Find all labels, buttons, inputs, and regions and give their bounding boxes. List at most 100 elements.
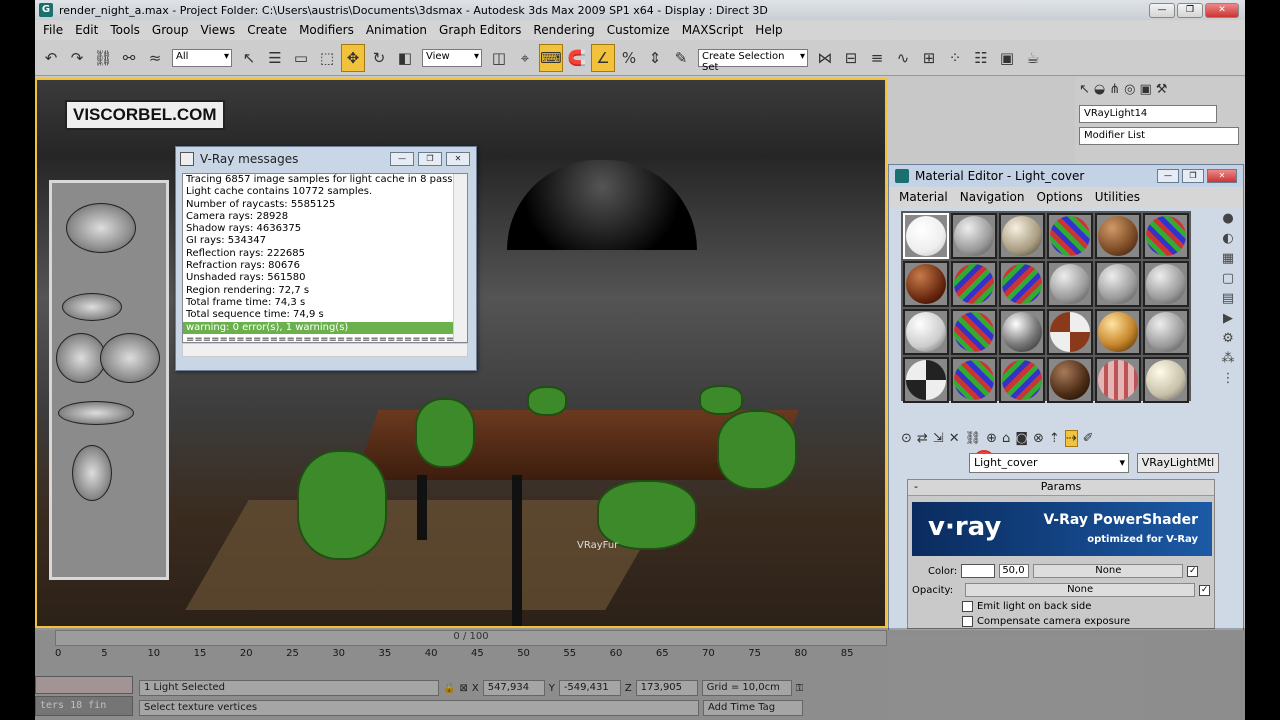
- options-icon[interactable]: ⚙: [1222, 331, 1234, 346]
- material-effects-icon[interactable]: ⌂: [1002, 431, 1010, 446]
- horizontal-scrollbar[interactable]: [182, 343, 468, 357]
- z-coord-field[interactable]: 173,905: [635, 680, 698, 696]
- move-icon[interactable]: ✥: [341, 43, 365, 72]
- menu-customize[interactable]: Customize: [601, 23, 676, 37]
- material-type-button[interactable]: VRayLightMtl: [1137, 453, 1219, 473]
- render-setup-icon[interactable]: ☷: [969, 44, 993, 72]
- close-button[interactable]: ✕: [1207, 169, 1237, 183]
- utilities-tab-icon[interactable]: ⚒: [1156, 82, 1168, 97]
- select-object-icon[interactable]: ↖: [237, 44, 261, 72]
- x-coord-field[interactable]: 547,934: [482, 680, 545, 696]
- sample-slot[interactable]: [999, 309, 1045, 355]
- link-icon[interactable]: ⛓: [91, 44, 115, 72]
- minimize-button[interactable]: —: [390, 152, 414, 166]
- show-map-icon[interactable]: ◙: [1015, 431, 1028, 446]
- menu-create[interactable]: Create: [241, 23, 293, 37]
- menu-graph-editors[interactable]: Graph Editors: [433, 23, 527, 37]
- restore-button[interactable]: ❐: [418, 152, 442, 166]
- opacity-map-button[interactable]: None: [965, 583, 1196, 597]
- sample-slot[interactable]: [999, 213, 1045, 259]
- snaps-toggle-icon[interactable]: 🧲: [565, 44, 589, 72]
- sample-slot[interactable]: [1143, 261, 1189, 307]
- color-multiplier-spinner[interactable]: 50,0: [999, 564, 1030, 578]
- sample-slot[interactable]: [951, 357, 997, 403]
- opacity-map-checkbox[interactable]: ✓: [1199, 584, 1211, 596]
- lock-icon[interactable]: 🔒: [443, 683, 455, 694]
- rotate-icon[interactable]: ↻: [367, 44, 391, 72]
- spinner-snap-icon[interactable]: ⇕: [643, 44, 667, 72]
- add-time-tag-button[interactable]: Add Time Tag: [703, 700, 803, 716]
- compensate-checkbox[interactable]: [962, 616, 973, 627]
- modify-tab-icon[interactable]: ◒: [1094, 82, 1105, 97]
- menu-maxscript[interactable]: MAXScript: [676, 23, 750, 37]
- put-to-scene-icon[interactable]: ⇄: [917, 431, 928, 446]
- edit-named-selection-icon[interactable]: ✎: [669, 44, 693, 72]
- curve-editor-icon[interactable]: ∿: [891, 44, 915, 72]
- assign-material-icon[interactable]: ⇲: [933, 431, 944, 446]
- menu-rendering[interactable]: Rendering: [527, 23, 600, 37]
- collapse-icon[interactable]: -: [914, 480, 918, 493]
- sample-slot[interactable]: [903, 357, 949, 403]
- sample-slot[interactable]: [1095, 357, 1141, 403]
- emit-back-checkbox[interactable]: [962, 601, 973, 612]
- show-end-result-icon[interactable]: ⊗: [1033, 431, 1044, 446]
- unlink-icon[interactable]: ⚯: [117, 44, 141, 72]
- menu-file[interactable]: File: [37, 23, 69, 37]
- y-coord-field[interactable]: -549,431: [558, 680, 621, 696]
- sample-slot[interactable]: [951, 261, 997, 307]
- pivot-center-icon[interactable]: ◫: [487, 44, 511, 72]
- modifier-list-dropdown[interactable]: Modifier List: [1079, 127, 1239, 145]
- sample-slot[interactable]: [1095, 309, 1141, 355]
- menu-group[interactable]: Group: [146, 23, 195, 37]
- select-by-name-icon[interactable]: ☰: [263, 44, 287, 72]
- close-button[interactable]: ✕: [1205, 2, 1239, 18]
- sample-slot[interactable]: [1143, 213, 1189, 259]
- selection-filter-dropdown[interactable]: All: [172, 48, 232, 67]
- sample-slot[interactable]: [999, 357, 1045, 403]
- color-map-checkbox[interactable]: ✓: [1187, 565, 1199, 577]
- material-editor-icon[interactable]: ⁘: [943, 44, 967, 72]
- angle-snap-icon[interactable]: ∠: [591, 43, 615, 72]
- display-tab-icon[interactable]: ▣: [1140, 82, 1152, 97]
- select-by-material-icon[interactable]: ⁂: [1222, 351, 1235, 366]
- reset-map-icon[interactable]: ✕: [949, 431, 960, 446]
- sample-slot[interactable]: [999, 261, 1045, 307]
- time-slider[interactable]: 0 / 100: [55, 630, 887, 646]
- sample-slot[interactable]: [1047, 261, 1093, 307]
- rect-selection-icon[interactable]: ▭: [289, 44, 313, 72]
- create-tab-icon[interactable]: ↖: [1079, 82, 1090, 97]
- sample-slot[interactable]: [1047, 309, 1093, 355]
- pick-material-icon[interactable]: ✐: [1083, 431, 1094, 446]
- scale-icon[interactable]: ◧: [393, 44, 417, 72]
- window-crossing-icon[interactable]: ⬚: [315, 44, 339, 72]
- redo-icon[interactable]: ↷: [65, 44, 89, 72]
- log-textbox[interactable]: Tracing 6857 image samples for light cac…: [182, 173, 468, 343]
- minimize-button[interactable]: —: [1157, 169, 1179, 183]
- get-material-icon[interactable]: ⊙: [901, 431, 912, 446]
- mirror-icon[interactable]: ⋈: [813, 44, 837, 72]
- undo-icon[interactable]: ↶: [39, 44, 63, 72]
- sample-slot[interactable]: [903, 309, 949, 355]
- menu-views[interactable]: Views: [194, 23, 241, 37]
- maxscript-listener[interactable]: ters 18 fin: [35, 696, 133, 716]
- menu-navigation[interactable]: Navigation: [954, 190, 1031, 204]
- make-preview-icon[interactable]: ▶: [1223, 311, 1233, 326]
- sample-slot[interactable]: [903, 261, 949, 307]
- go-to-parent-icon[interactable]: ⇡: [1049, 431, 1060, 446]
- bind-space-warp-icon[interactable]: ≈: [143, 44, 167, 72]
- color-map-button[interactable]: None: [1033, 564, 1184, 578]
- schematic-view-icon[interactable]: ⊞: [917, 44, 941, 72]
- video-color-check-icon[interactable]: ▤: [1222, 291, 1234, 306]
- rendered-frame-icon[interactable]: ▣: [995, 44, 1019, 72]
- rollout-title[interactable]: Params: [1041, 480, 1082, 493]
- layer-manager-icon[interactable]: ≡: [865, 44, 889, 72]
- sample-type-icon[interactable]: ●: [1222, 211, 1233, 226]
- hierarchy-tab-icon[interactable]: ⋔: [1109, 82, 1120, 97]
- restore-button[interactable]: ❐: [1182, 169, 1204, 183]
- uv-tiling-icon[interactable]: ▢: [1222, 271, 1234, 286]
- sample-slot[interactable]: [1143, 309, 1189, 355]
- object-name-field[interactable]: VRayLight14: [1079, 105, 1217, 123]
- named-selection-dropdown[interactable]: Create Selection Set: [698, 48, 808, 73]
- sample-slot[interactable]: [1047, 357, 1093, 403]
- put-to-library-icon[interactable]: ⊕: [986, 431, 997, 446]
